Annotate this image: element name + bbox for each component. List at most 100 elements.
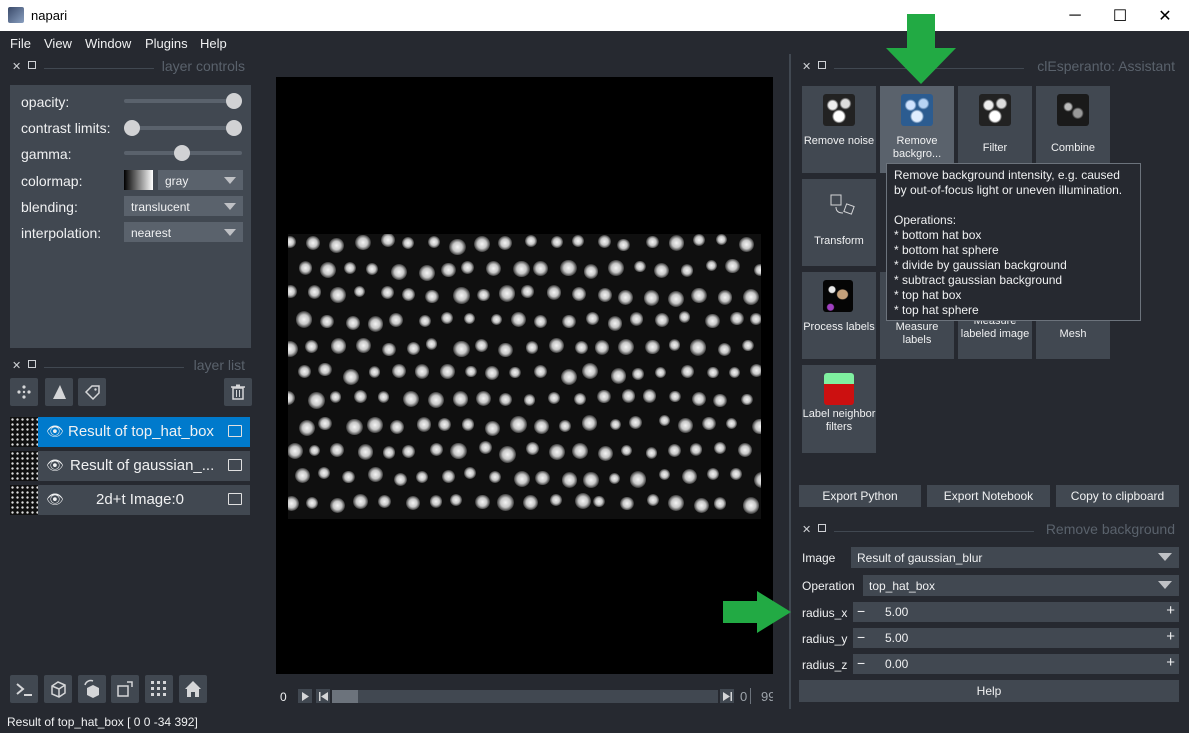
menu-file[interactable]: File bbox=[10, 36, 31, 51]
help-button[interactable]: Help bbox=[799, 680, 1179, 702]
blobs-filter-icon bbox=[979, 94, 1011, 126]
frame-slider-handle[interactable] bbox=[332, 690, 358, 703]
contrast-max-handle[interactable] bbox=[226, 120, 242, 136]
nucleus-blob bbox=[318, 363, 332, 377]
eye-visibility-icon[interactable]: 👁 bbox=[46, 457, 64, 474]
tile-combine[interactable]: Combine bbox=[1036, 86, 1110, 173]
nucleus-blob bbox=[449, 493, 462, 506]
operation-select[interactable]: top_hat_box bbox=[863, 575, 1179, 596]
plus-icon[interactable]: + bbox=[1166, 602, 1175, 619]
close-dock-icon[interactable]: ✕ bbox=[12, 359, 21, 372]
nucleus-blob bbox=[750, 313, 761, 325]
close-window-button[interactable]: ✕ bbox=[1142, 0, 1188, 31]
plus-icon[interactable]: + bbox=[1166, 628, 1175, 645]
nucleus-blob bbox=[428, 235, 441, 248]
layer-row-top-hat[interactable]: 👁 Result of top_hat_box bbox=[10, 417, 250, 447]
nucleus-blob bbox=[717, 290, 732, 305]
ndisplay-button[interactable] bbox=[44, 675, 72, 703]
export-python-button[interactable]: Export Python bbox=[799, 485, 921, 507]
float-dock-icon[interactable] bbox=[28, 360, 36, 368]
blending-select[interactable]: translucent bbox=[124, 196, 243, 216]
copy-to-clipboard-button[interactable]: Copy to clipboard bbox=[1056, 485, 1179, 507]
tile-process-labels[interactable]: Process labels bbox=[802, 272, 876, 359]
frame-slider-track[interactable] bbox=[332, 690, 718, 703]
eye-visibility-icon[interactable]: 👁 bbox=[46, 423, 64, 440]
green-arrow-right-icon bbox=[723, 591, 791, 633]
close-dock-icon[interactable]: ✕ bbox=[802, 523, 811, 536]
export-notebook-button[interactable]: Export Notebook bbox=[927, 485, 1050, 507]
radius-z-value: 0.00 bbox=[885, 657, 909, 671]
plus-icon[interactable]: + bbox=[1166, 654, 1175, 671]
menu-window[interactable]: Window bbox=[85, 36, 131, 51]
maximize-button[interactable]: ☐ bbox=[1097, 0, 1143, 31]
radius-x-label: radius_x bbox=[802, 606, 848, 620]
gamma-label: gamma: bbox=[21, 146, 72, 162]
minus-icon[interactable]: − bbox=[857, 629, 865, 645]
colormap-select[interactable]: gray bbox=[158, 170, 243, 190]
transpose-button[interactable] bbox=[111, 675, 139, 703]
tile-transform[interactable]: Transform bbox=[802, 179, 876, 266]
menu-view[interactable]: View bbox=[44, 36, 72, 51]
radius-x-spinbox[interactable]: − 5.00 + bbox=[853, 602, 1179, 622]
interpolation-select[interactable]: nearest bbox=[124, 222, 243, 242]
radius-z-spinbox[interactable]: − 0.00 + bbox=[853, 654, 1179, 674]
nucleus-blob bbox=[658, 468, 671, 480]
nucleus-blob bbox=[629, 311, 644, 326]
nucleus-blob bbox=[449, 238, 467, 256]
nucleus-blob bbox=[693, 497, 709, 513]
menu-help[interactable]: Help bbox=[200, 36, 227, 51]
float-dock-icon[interactable] bbox=[28, 61, 36, 69]
play-button[interactable] bbox=[298, 689, 312, 703]
nucleus-blob bbox=[668, 495, 684, 512]
grid-view-button[interactable] bbox=[145, 675, 173, 703]
opacity-slider-handle[interactable] bbox=[226, 93, 242, 109]
opacity-slider[interactable] bbox=[124, 99, 242, 103]
tile-remove-noise[interactable]: Remove noise bbox=[802, 86, 876, 173]
close-dock-icon[interactable]: ✕ bbox=[12, 60, 21, 73]
nucleus-blob bbox=[534, 315, 548, 329]
dims-slider-bar: 0 0 99 bbox=[276, 684, 773, 709]
nucleus-blob bbox=[490, 314, 502, 326]
step-forward-button[interactable] bbox=[720, 689, 734, 703]
gamma-slider-handle[interactable] bbox=[174, 145, 190, 161]
nucleus-blob bbox=[525, 442, 539, 456]
new-labels-layer-button[interactable] bbox=[78, 378, 106, 406]
console-button[interactable] bbox=[10, 675, 38, 703]
minus-icon[interactable]: − bbox=[857, 603, 865, 619]
nucleus-blob bbox=[308, 445, 321, 457]
nucleus-blob bbox=[329, 497, 345, 513]
layer-row-original[interactable]: 👁 2d+t Image:0 bbox=[10, 485, 250, 515]
layer-controls-title: layer controls bbox=[161, 58, 245, 74]
nucleus-blob bbox=[668, 235, 685, 251]
tile-label-neighbor-filters[interactable]: Label neighbor filters bbox=[802, 365, 876, 453]
tile-label: Transform bbox=[814, 235, 864, 247]
roll-dims-button[interactable] bbox=[78, 675, 106, 703]
minus-icon[interactable]: − bbox=[857, 655, 865, 671]
contrast-limits-slider[interactable] bbox=[124, 126, 242, 130]
nucleus-blob bbox=[474, 339, 488, 353]
image-select[interactable]: Result of gaussian_blur bbox=[851, 547, 1179, 568]
colormap-preview bbox=[124, 170, 153, 190]
float-dock-icon[interactable] bbox=[818, 524, 826, 532]
new-shapes-layer-button[interactable] bbox=[45, 378, 73, 406]
home-button[interactable] bbox=[179, 675, 207, 703]
nucleus-blob bbox=[658, 415, 671, 427]
step-back-button[interactable] bbox=[316, 689, 330, 703]
tile-label: Filter bbox=[982, 142, 1008, 154]
minimize-button[interactable]: ─ bbox=[1052, 0, 1098, 31]
contrast-min-handle[interactable] bbox=[124, 120, 140, 136]
nucleus-blob bbox=[668, 339, 681, 351]
float-dock-icon[interactable] bbox=[818, 61, 826, 69]
new-points-layer-button[interactable] bbox=[10, 378, 38, 406]
delete-layer-button[interactable] bbox=[224, 378, 252, 406]
tile-remove-background[interactable]: Remove backgro... bbox=[880, 86, 954, 173]
nucleus-blob bbox=[485, 420, 500, 436]
menu-plugins[interactable]: Plugins bbox=[145, 36, 188, 51]
close-dock-icon[interactable]: ✕ bbox=[802, 60, 811, 73]
nucleus-blob bbox=[571, 287, 586, 302]
eye-visibility-icon[interactable]: 👁 bbox=[46, 491, 64, 508]
layer-row-gaussian[interactable]: 👁 Result of gaussian_... bbox=[10, 451, 250, 481]
tile-filter[interactable]: Filter bbox=[958, 86, 1032, 173]
nucleus-blob bbox=[654, 366, 667, 379]
radius-y-spinbox[interactable]: − 5.00 + bbox=[853, 628, 1179, 648]
